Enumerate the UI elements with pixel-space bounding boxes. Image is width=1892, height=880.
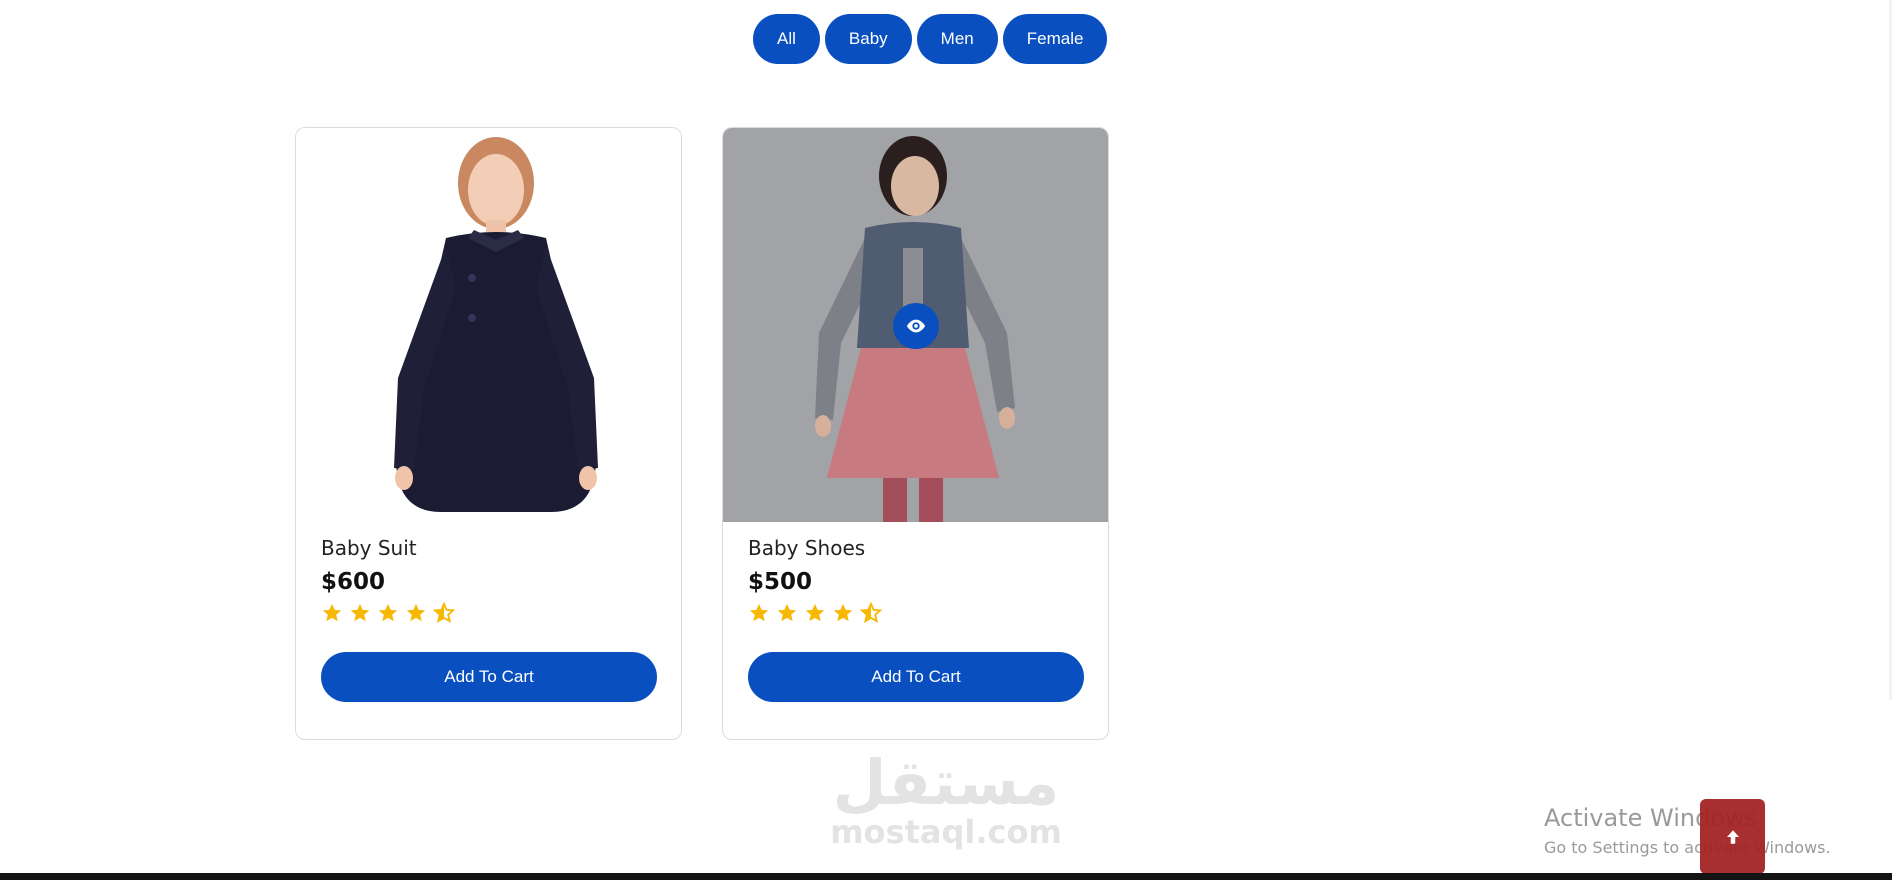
product-card[interactable]: Baby Shoes $500 Add To Cart — [722, 127, 1109, 740]
star-icon — [805, 603, 825, 622]
product-card[interactable]: Baby Suit $600 Add To Cart — [295, 127, 682, 740]
product-name: Baby Suit — [321, 536, 417, 560]
watermark-latin: mostaql.com — [830, 813, 1062, 851]
product-name: Baby Shoes — [748, 536, 866, 560]
rating-stars — [748, 602, 882, 624]
quick-view-button[interactable] — [893, 303, 939, 349]
filter-all-button[interactable]: All — [753, 14, 820, 64]
star-icon — [777, 603, 797, 622]
star-half-icon — [433, 602, 455, 624]
filter-men-button[interactable]: Men — [916, 14, 998, 64]
product-price: $500 — [748, 569, 813, 595]
arrow-up-icon — [1726, 829, 1739, 844]
rating-stars — [321, 602, 455, 624]
footer-edge — [0, 873, 1892, 880]
watermark-arabic: مستقل — [832, 746, 1060, 819]
add-to-cart-button[interactable]: Add To Cart — [748, 652, 1084, 702]
product-price: $600 — [321, 569, 386, 595]
scroll-to-top-button[interactable] — [1700, 799, 1765, 874]
product-image[interactable] — [723, 128, 1108, 522]
eye-icon — [906, 319, 926, 333]
star-half-icon — [860, 602, 882, 624]
star-icon — [350, 603, 370, 622]
star-icon — [322, 603, 342, 622]
star-icon — [833, 603, 853, 622]
product-photo-girl-coat — [394, 137, 598, 512]
category-filters: All Baby Men Female — [753, 14, 1108, 64]
activate-windows-notice: Activate Windows Go to Settings to activ… — [1544, 804, 1831, 857]
star-icon — [406, 603, 426, 622]
star-icon — [378, 603, 398, 622]
star-icon — [749, 603, 769, 622]
add-to-cart-button[interactable]: Add To Cart — [321, 652, 657, 702]
activate-windows-subtitle: Go to Settings to activate Windows. — [1544, 838, 1831, 857]
product-page: All Baby Men Female Baby Suit $600 Add T… — [0, 0, 1892, 880]
filter-baby-button[interactable]: Baby — [824, 14, 912, 64]
activate-windows-title: Activate Windows — [1544, 804, 1758, 832]
product-image[interactable] — [296, 128, 681, 522]
mostaql-watermark: مستقل mostaql.com — [828, 746, 1064, 851]
filter-female-button[interactable]: Female — [1002, 14, 1108, 64]
